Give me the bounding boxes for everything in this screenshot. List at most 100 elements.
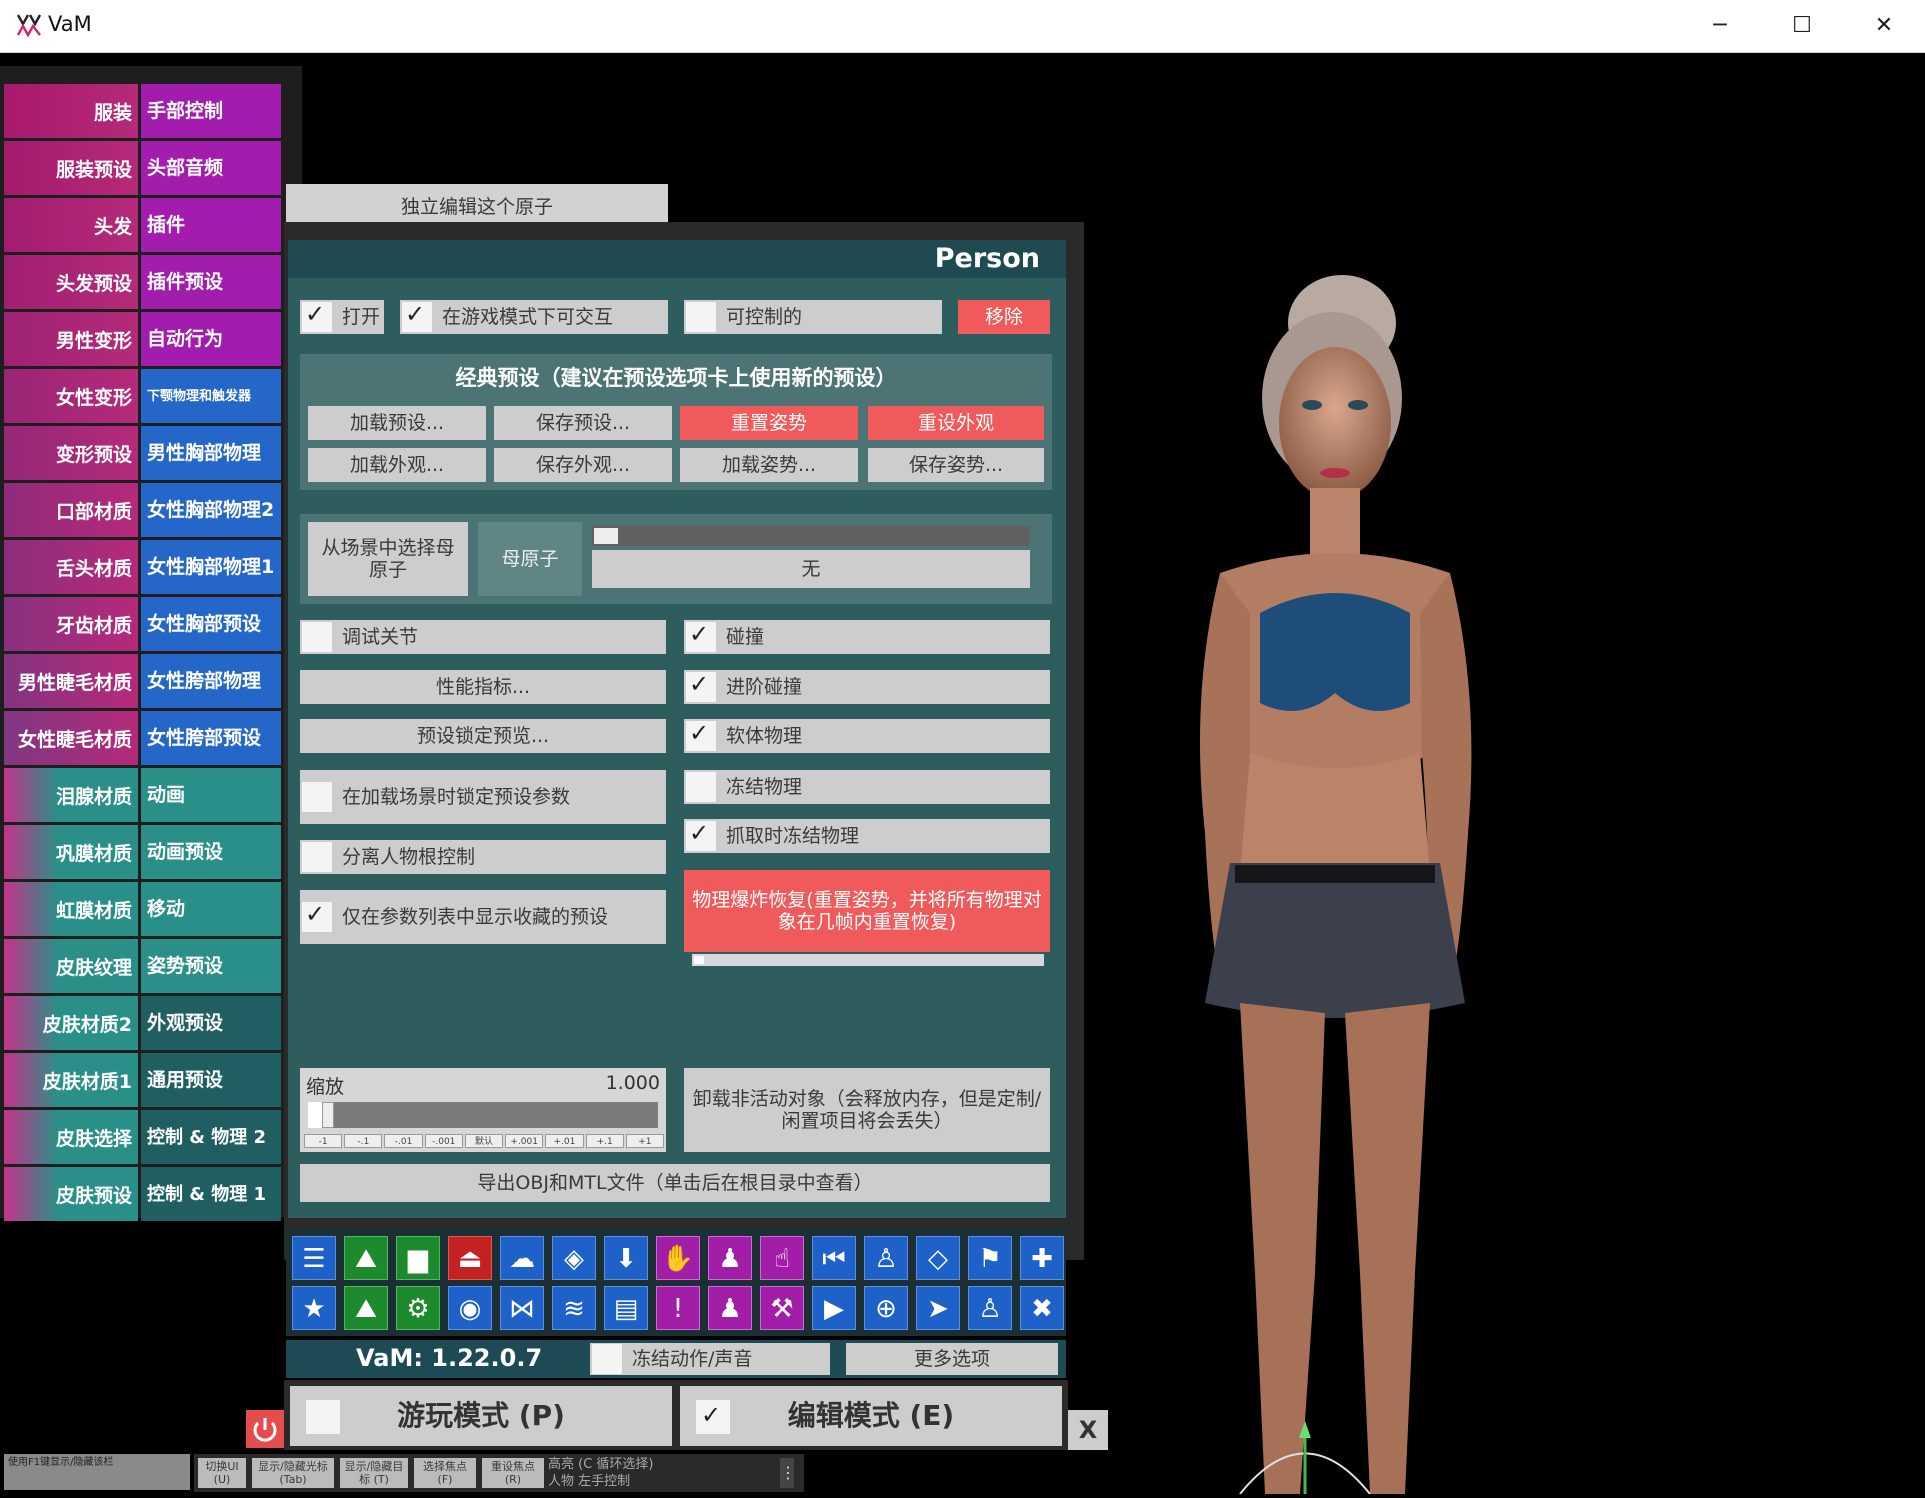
scale-slider-handle[interactable] xyxy=(322,1102,334,1128)
debug-joints-toggle[interactable]: 调试关节 xyxy=(300,620,666,654)
star-icon[interactable]: ★ xyxy=(292,1286,336,1330)
tab-left-18[interactable]: 皮肤材质1 xyxy=(4,1053,138,1107)
tab-left-4[interactable]: 头发预设 xyxy=(4,255,138,309)
tab-right-1[interactable]: 手部控制 xyxy=(141,84,281,138)
save-pose-button[interactable]: 保存姿势... xyxy=(868,448,1044,482)
flag-icon[interactable]: ⚑ xyxy=(968,1236,1012,1280)
alert-icon[interactable]: ! xyxy=(656,1286,700,1330)
tab-right-20[interactable]: 控制 & 物理 1 xyxy=(141,1167,281,1221)
tab-left-17[interactable]: 皮肤材质2 xyxy=(4,996,138,1050)
reset-appearance-button[interactable]: 重设外观 xyxy=(868,406,1044,440)
scale-step-button[interactable]: +.001 xyxy=(505,1134,544,1148)
parent-atom-scrollbar[interactable] xyxy=(592,526,1030,546)
minimize-button[interactable]: ─ xyxy=(1680,0,1760,52)
cloud-icon[interactable]: ☁ xyxy=(500,1236,544,1280)
tab-right-17[interactable]: 外观预设 xyxy=(141,996,281,1050)
show-favorites-toggle[interactable]: 仅在参数列表中显示收藏的预设 xyxy=(300,890,666,944)
scale-step-button[interactable]: +.01 xyxy=(545,1134,584,1148)
play-icon[interactable]: ▶ xyxy=(812,1286,856,1330)
tab-right-16[interactable]: 姿势预设 xyxy=(141,939,281,993)
soft-physics-checkbox[interactable]: ✓ xyxy=(686,719,716,751)
freeze-on-grab-toggle[interactable]: 抓取时冻结物理 xyxy=(684,819,1050,853)
tab-left-12[interactable]: 女性睫毛材质 xyxy=(4,711,138,765)
explosion-recover-button[interactable]: 物理爆炸恢复(重置姿势，并将所有物理对象在几帧内重置恢复) xyxy=(684,870,1050,952)
advanced-collision-toggle[interactable]: 进阶碰撞 xyxy=(684,670,1050,704)
toggle-ui-hint[interactable]: 切换UI (U) xyxy=(198,1458,246,1488)
tab-left-19[interactable]: 皮肤选择 xyxy=(4,1110,138,1164)
edit-mode-checkbox[interactable]: ✓ xyxy=(696,1400,730,1434)
controllable-toggle[interactable]: 可控制的 xyxy=(684,300,942,334)
unity-icon[interactable]: ◇ xyxy=(916,1236,960,1280)
on-checkbox[interactable]: ✓ xyxy=(302,300,332,332)
tab-right-4[interactable]: 插件预设 xyxy=(141,255,281,309)
tab-right-6[interactable]: 下颚物理和触发器 xyxy=(141,369,281,423)
scroll-handle[interactable] xyxy=(594,528,618,544)
freeze-physics-checkbox[interactable] xyxy=(686,772,716,802)
scale-step-button[interactable]: +1 xyxy=(625,1134,664,1148)
cursor-icon[interactable]: ➤ xyxy=(916,1286,960,1330)
camera-icon[interactable]: ◉ xyxy=(448,1286,492,1330)
freeze-physics-toggle[interactable]: 冻结物理 xyxy=(684,770,1050,804)
remove-button[interactable]: 移除 xyxy=(958,300,1050,334)
tab-right-14[interactable]: 动画预设 xyxy=(141,825,281,879)
maximize-button[interactable]: ☐ xyxy=(1762,0,1842,52)
unload-inactive-button[interactable]: 卸载非活动对象（会释放内存，但是定制/闲置项目将会丢失） xyxy=(684,1068,1050,1152)
person-remove-icon[interactable]: ♟ xyxy=(708,1286,752,1330)
menu-icon[interactable]: ☰ xyxy=(292,1236,336,1280)
tab-left-2[interactable]: 服装预设 xyxy=(4,141,138,195)
reset-pose-button[interactable]: 重置姿势 xyxy=(680,406,858,440)
scale-step-button[interactable]: 默认 xyxy=(464,1134,504,1148)
tab-left-6[interactable]: 女性变形 xyxy=(4,369,138,423)
tab-right-18[interactable]: 通用预设 xyxy=(141,1053,281,1107)
open-scene-icon[interactable]: ⛰ xyxy=(344,1236,388,1280)
scale-step-button[interactable]: -.1 xyxy=(344,1134,383,1148)
person-add-icon[interactable]: ♟ xyxy=(708,1236,752,1280)
tab-left-3[interactable]: 头发 xyxy=(4,198,138,252)
tab-right-7[interactable]: 男性胸部物理 xyxy=(141,426,281,480)
tab-right-9[interactable]: 女性胸部物理1 xyxy=(141,540,281,594)
select-parent-button[interactable]: 从场景中选择母原子 xyxy=(308,522,468,596)
reset-focus-hint[interactable]: 重设焦点 (R) xyxy=(482,1458,544,1488)
tab-left-11[interactable]: 男性睫毛材质 xyxy=(4,654,138,708)
freeze-motion-toggle[interactable]: 冻结动作/声音 xyxy=(590,1343,830,1375)
scale-step-button[interactable]: -1 xyxy=(304,1134,343,1148)
target-hint[interactable]: 显示/隐藏目标 (T) xyxy=(340,1458,408,1488)
save-appearance-button[interactable]: 保存外观... xyxy=(494,448,672,482)
lock-params-checkbox[interactable] xyxy=(302,782,332,812)
tab-right-11[interactable]: 女性胯部物理 xyxy=(141,654,281,708)
unload-icon[interactable]: ⏏ xyxy=(448,1236,492,1280)
folder-icon[interactable]: ▆ xyxy=(396,1236,440,1280)
tab-right-13[interactable]: 动画 xyxy=(141,768,281,822)
people-icon[interactable]: ♙ xyxy=(968,1286,1012,1330)
tab-left-10[interactable]: 牙齿材质 xyxy=(4,597,138,651)
wrench-icon[interactable]: ⚒ xyxy=(760,1286,804,1330)
debug-joints-checkbox[interactable] xyxy=(302,622,332,652)
cube-icon[interactable]: ◈ xyxy=(552,1236,596,1280)
load-appearance-button[interactable]: 加载外观... xyxy=(308,448,486,482)
interactable-in-game-toggle[interactable]: 在游戏模式下可交互 xyxy=(400,300,668,334)
interactable-in-game-checkbox[interactable]: ✓ xyxy=(402,300,432,332)
tab-right-3[interactable]: 插件 xyxy=(141,198,281,252)
perf-metrics-button[interactable]: 性能指标... xyxy=(300,670,666,704)
tab-right-5[interactable]: 自动行为 xyxy=(141,312,281,366)
scene-viewport[interactable] xyxy=(1070,53,1925,1495)
tab-left-13[interactable]: 泪腺材质 xyxy=(4,768,138,822)
load-pose-button[interactable]: 加载姿势... xyxy=(680,448,858,482)
export-obj-button[interactable]: 导出OBJ和MTL文件（单击后在根目录中查看） xyxy=(300,1164,1050,1202)
document-icon[interactable]: ▤ xyxy=(604,1286,648,1330)
controllable-checkbox[interactable] xyxy=(686,302,716,332)
tab-left-16[interactable]: 皮肤纹理 xyxy=(4,939,138,993)
soft-physics-toggle[interactable]: 软体物理 xyxy=(684,719,1050,753)
scale-step-button[interactable]: +.1 xyxy=(585,1134,624,1148)
preset-lock-preview-button[interactable]: 预设锁定预览... xyxy=(300,719,666,753)
tab-left-9[interactable]: 舌头材质 xyxy=(4,540,138,594)
tab-left-15[interactable]: 虹膜材质 xyxy=(4,882,138,936)
pointer-hand-icon[interactable]: ☝ xyxy=(760,1236,804,1280)
person-icon[interactable]: ♙ xyxy=(864,1236,908,1280)
tab-right-12[interactable]: 女性胯部预设 xyxy=(141,711,281,765)
power-button[interactable] xyxy=(246,1410,284,1448)
detach-root-checkbox[interactable] xyxy=(302,842,332,872)
layers-icon[interactable]: ≋ xyxy=(552,1286,596,1330)
tools-icon[interactable]: ✖ xyxy=(1020,1286,1064,1330)
show-favorites-checkbox[interactable]: ✓ xyxy=(302,900,332,932)
